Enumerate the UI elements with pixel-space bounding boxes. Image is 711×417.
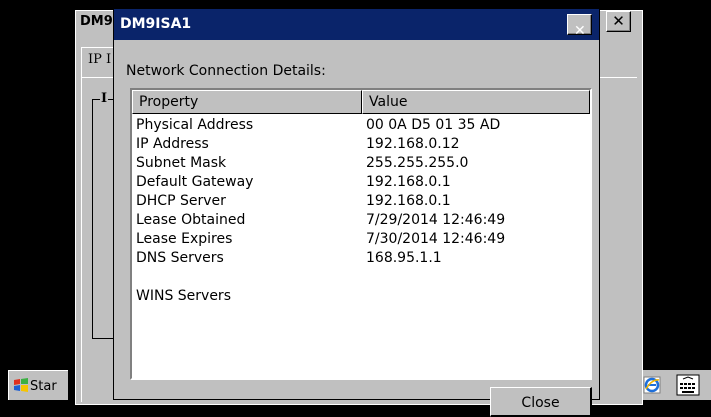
- details-list[interactable]: Property Value Physical Address 00 0A D5…: [130, 88, 592, 380]
- property-cell: Subnet Mask: [136, 155, 227, 171]
- property-cell: Physical Address: [136, 117, 254, 133]
- dialog-heading: Network Connection Details:: [126, 63, 326, 79]
- property-cell: DNS Servers: [136, 250, 224, 266]
- list-item[interactable]: Default Gateway 192.168.0.1: [132, 174, 590, 193]
- column-header-property[interactable]: Property: [132, 90, 362, 114]
- list-item[interactable]: IP Address 192.168.0.12: [132, 136, 590, 155]
- windows-flag-icon: [14, 378, 28, 392]
- value-cell: 192.168.0.12: [366, 136, 460, 152]
- keyboard-icon[interactable]: [673, 374, 703, 396]
- property-cell: Lease Obtained: [136, 212, 246, 228]
- column-header-value[interactable]: Value: [362, 90, 590, 114]
- value-cell: 192.168.0.1: [366, 193, 451, 209]
- property-cell: Lease Expires: [136, 231, 233, 247]
- property-cell: IP Address: [136, 136, 209, 152]
- value-cell: 168.95.1.1: [366, 250, 442, 266]
- list-item[interactable]: Subnet Mask 255.255.255.0: [132, 155, 590, 174]
- property-cell: Default Gateway: [136, 174, 254, 190]
- property-cell: DHCP Server: [136, 193, 226, 209]
- list-item[interactable]: WINS Servers: [132, 288, 590, 307]
- background-window-title: DM9: [80, 14, 113, 29]
- list-item[interactable]: Lease Obtained 7/29/2014 12:46:49: [132, 212, 590, 231]
- start-label: Star: [30, 379, 57, 394]
- value-cell: 7/29/2014 12:46:49: [366, 212, 506, 228]
- value-cell: 255.255.255.0: [366, 155, 469, 171]
- property-cell: WINS Servers: [136, 288, 231, 304]
- value-cell: 192.168.0.1: [366, 174, 451, 190]
- value-cell: 7/30/2014 12:46:49: [366, 231, 506, 247]
- value-cell: 00 0A D5 01 35 AD: [366, 117, 501, 133]
- list-item[interactable]: Lease Expires 7/30/2014 12:46:49: [132, 231, 590, 250]
- group-box-label: I: [100, 91, 109, 106]
- ie-icon[interactable]: [643, 376, 661, 394]
- list-item[interactable]: Physical Address 00 0A D5 01 35 AD: [132, 117, 590, 136]
- start-button[interactable]: Star: [8, 370, 68, 400]
- dialog-titlebar: DM9ISA1 ✕: [114, 9, 599, 40]
- list-item[interactable]: DHCP Server 192.168.0.1: [132, 193, 590, 212]
- background-window-close-button[interactable]: ✕: [606, 11, 631, 32]
- close-button[interactable]: Close: [490, 387, 592, 417]
- system-tray: [643, 370, 711, 400]
- list-item[interactable]: [132, 269, 590, 288]
- close-icon: ✕: [612, 12, 625, 30]
- dialog-title: DM9ISA1: [120, 16, 192, 32]
- list-item[interactable]: DNS Servers 168.95.1.1: [132, 250, 590, 269]
- connection-details-dialog: DM9ISA1 ✕ Network Connection Details: Pr…: [113, 8, 600, 417]
- close-icon: ✕: [574, 23, 586, 39]
- dialog-close-button[interactable]: ✕: [567, 14, 592, 39]
